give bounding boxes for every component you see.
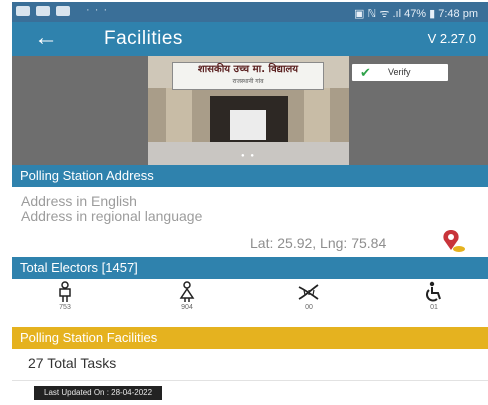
last-updated-label: Last Updated On : 28-04-2022 [34, 386, 163, 400]
female-electors: 904 [167, 281, 207, 311]
check-icon: ✔ [360, 65, 371, 80]
facilities-section-header: Polling Station Facilities [12, 327, 488, 349]
male-electors: 753 [45, 281, 85, 311]
notification-icon [56, 6, 70, 16]
disabled-icon [426, 281, 441, 302]
address-regional: Address in regional language [21, 208, 203, 224]
carousel-pager[interactable]: ● ● [148, 153, 349, 159]
third-gender-electors: 00 [289, 281, 329, 311]
electors-breakdown: 753 904 00 01 [12, 281, 488, 325]
coordinates: Lat: 25.92, Lng: 75.84 [250, 235, 387, 251]
verify-label: Verify [388, 67, 411, 77]
notification-icon [16, 6, 30, 16]
page-title: Facilities [104, 28, 183, 49]
notification-icon [36, 6, 50, 16]
map-pin-icon[interactable] [440, 228, 466, 254]
electors-section-header: Total Electors [1457] [12, 257, 488, 279]
third-gender-icon [298, 284, 319, 300]
third-gender-count: 00 [305, 304, 313, 311]
male-count: 753 [59, 304, 71, 311]
disabled-electors: 01 [414, 281, 454, 311]
male-icon [59, 281, 71, 302]
disabled-count: 01 [430, 304, 438, 311]
address-english: Address in English [21, 193, 137, 209]
status-bar: · · · ▣ ℕ ᯤ .ıl 47% ▮ 7:48 pm [12, 2, 488, 22]
divider [12, 380, 488, 381]
total-tasks[interactable]: 27 Total Tasks [28, 355, 116, 371]
address-section-header: Polling Station Address [12, 165, 488, 187]
back-arrow-icon[interactable]: ← [34, 24, 58, 52]
app-bar: ← Facilities V 2.27.0 [12, 22, 488, 56]
more-notifications-icon: · · · [86, 4, 109, 16]
notification-icons [16, 6, 70, 16]
verify-button[interactable]: ✔ Verify [352, 64, 448, 81]
building-signboard: शासकीय उच्च मा. विद्यालय राजस्थानी गांव [172, 62, 324, 90]
female-icon [179, 281, 195, 302]
female-count: 904 [181, 304, 193, 311]
polling-station-photo[interactable]: शासकीय उच्च मा. विद्यालय राजस्थानी गांव … [148, 56, 349, 165]
app-version: V 2.27.0 [427, 31, 476, 46]
system-status: ▣ ℕ ᯤ .ıl 47% ▮ 7:48 pm [354, 8, 478, 20]
